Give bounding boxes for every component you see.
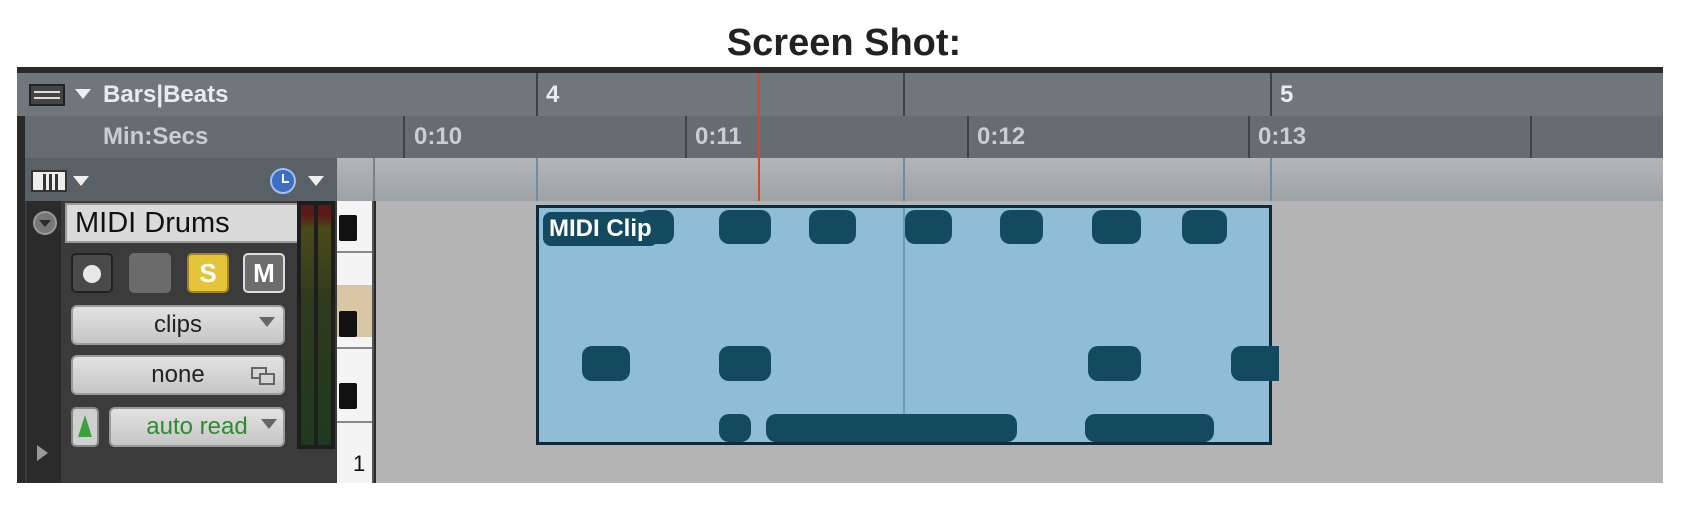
expand-track-arrow-icon[interactable] — [37, 445, 48, 461]
track-view-menu-arrow-icon[interactable] — [73, 176, 89, 186]
mute-button[interactable]: M — [243, 253, 285, 293]
ruler-view-icon[interactable] — [29, 84, 65, 106]
solo-button[interactable]: S — [187, 253, 229, 293]
playhead[interactable] — [758, 73, 760, 201]
level-meter — [297, 201, 335, 449]
mini-keyboard[interactable]: 1 — [337, 201, 374, 483]
clip-name: MIDI Clip — [543, 212, 658, 246]
view-selector-value: clips — [153, 311, 202, 338]
automation-mode-value: auto read — [146, 413, 248, 440]
tracks-header-bar — [25, 158, 337, 201]
clock-icon[interactable] — [270, 168, 296, 194]
track-name-field[interactable]: MIDI Drums — [65, 203, 329, 243]
bars-beats-ruler[interactable]: Bars|Beats 4 5 — [17, 73, 1663, 116]
time-label-0-12: 0:12 — [977, 123, 1026, 150]
bar-number-4: 4 — [546, 81, 560, 108]
time-label-0-11: 0:11 — [695, 123, 742, 150]
view-selector[interactable]: clips — [71, 305, 285, 345]
track-list-columns-icon[interactable] — [31, 170, 67, 192]
bars-beats-label: Bars|Beats — [103, 81, 229, 108]
input-selector[interactable]: none — [71, 355, 285, 395]
track-options-icon[interactable] — [33, 211, 57, 235]
input-selector-value: none — [151, 361, 205, 388]
midi-clip[interactable]: MIDI Clip — [536, 205, 1279, 445]
keyboard-octave-label: 1 — [353, 451, 366, 476]
ruler-menu-arrow-icon[interactable] — [75, 89, 91, 99]
min-secs-label: Min:Secs — [103, 123, 209, 150]
min-secs-ruler[interactable]: Min:Secs 0:10 0:11 0:12 0:13 — [25, 116, 1663, 158]
time-label-0-10: 0:10 — [414, 123, 463, 150]
bar-number-5: 5 — [1280, 81, 1294, 108]
input-monitor-button[interactable] — [129, 253, 171, 293]
time-label-0-13: 0:13 — [1258, 123, 1307, 150]
caption: Screen Shot: — [726, 22, 962, 64]
edit-window: Bars|Beats 4 5 Min:Secs 0:10 0:11 0:12 0… — [17, 67, 1663, 483]
record-button[interactable] — [71, 253, 113, 293]
track-name: MIDI Drums — [75, 207, 230, 239]
timebase-menu-arrow-icon[interactable] — [308, 176, 324, 186]
automation-mode-selector[interactable]: auto read — [109, 407, 285, 447]
automation-enable-button[interactable] — [71, 407, 99, 447]
timeline-lane[interactable] — [337, 158, 1663, 201]
track-header: MIDI Drums S M clips none auto read — [25, 201, 337, 483]
